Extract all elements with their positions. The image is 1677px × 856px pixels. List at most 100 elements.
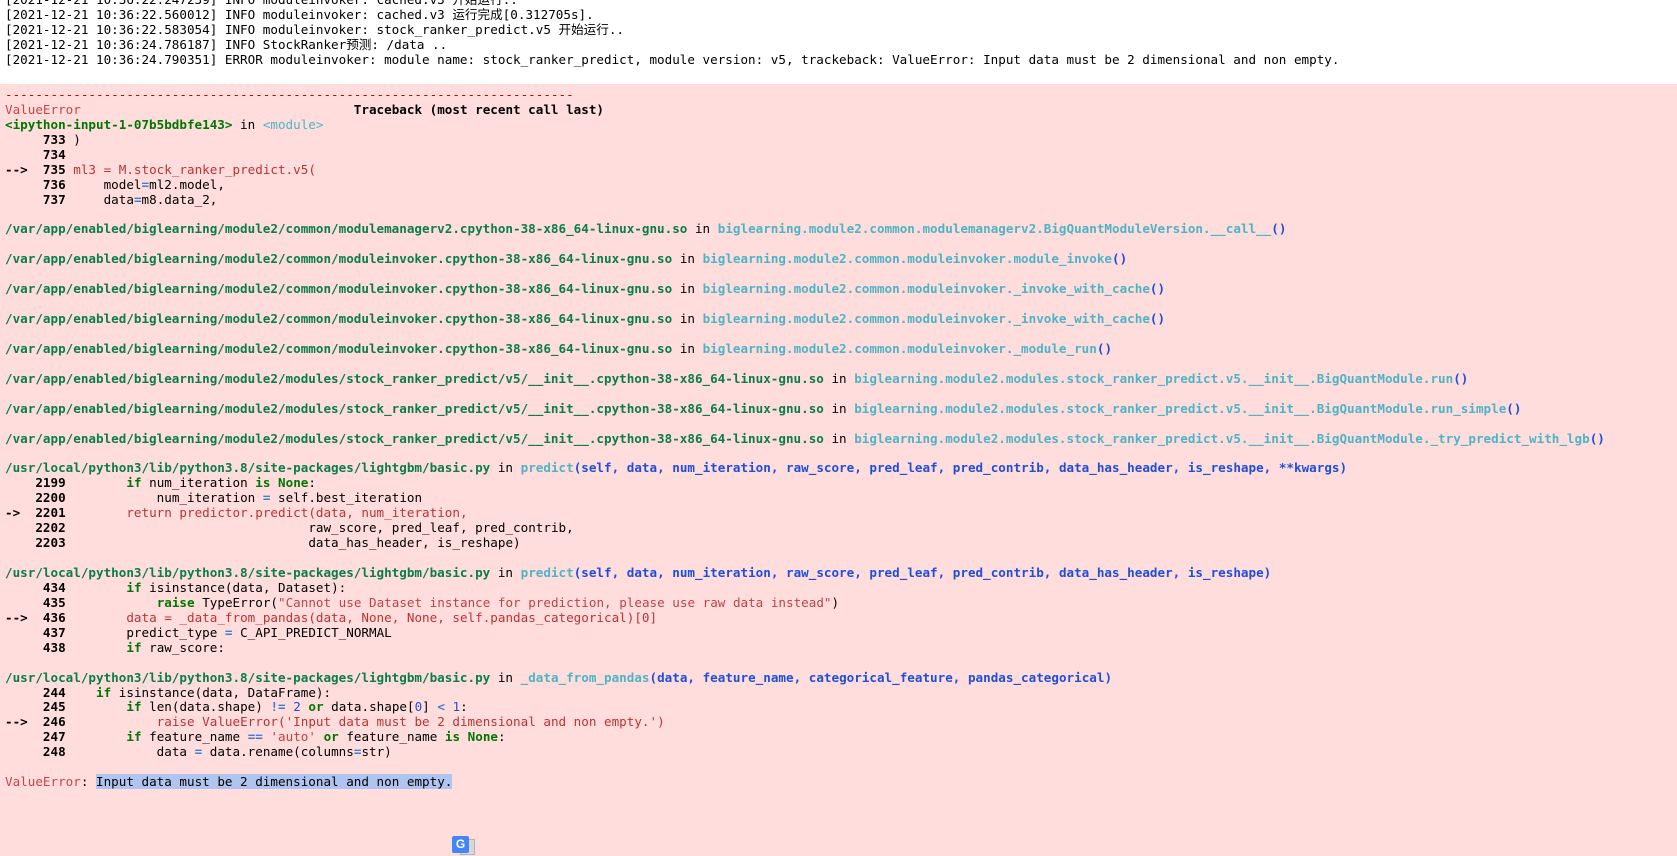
frame-arrow-marker (5, 595, 35, 610)
code-line-text: raw_score, pred_leaf, pred_contrib, (65, 520, 574, 536)
code-line-number: 737 (35, 191, 66, 207)
frame-file-path: /var/app/enabled/biglearning/module2/com… (5, 281, 673, 297)
code-line: 733 ) (5, 131, 1677, 148)
frame-arrow-marker: -> (5, 505, 36, 521)
code-line-number: 2203 (35, 535, 66, 551)
frame-function-name: biglearning.module2.common.moduleinvoker… (702, 281, 1150, 297)
code-line: 437 predict_type = C_API_PREDICT_NORMAL (5, 624, 1677, 641)
frame-function-name: predict (520, 565, 574, 580)
frame-in-keyword: in (672, 340, 703, 356)
code-line-text: if len(data.shape) != 2 or data.shape[0]… (126, 699, 468, 715)
frame-arrow-marker: --> (5, 609, 36, 625)
frame-function-name: _data_from_pandas (520, 669, 650, 685)
code-line-number: 436 (35, 609, 66, 625)
code-line-text: if isinstance(data, Dataset): (126, 579, 347, 595)
frame-header-line: /var/app/enabled/biglearning/module2/com… (5, 311, 1677, 327)
code-line: --> 246 raise ValueError('Input data mus… (5, 714, 1677, 730)
final-error-message[interactable]: Input data must be 2 dimensional and non… (96, 774, 453, 790)
code-line-number: 244 (35, 684, 66, 700)
traceback-spacer (5, 357, 1677, 372)
log-line: [2021-12-21 10:36:22.583054] INFO module… (5, 22, 625, 38)
code-line-number: 247 (35, 729, 66, 745)
frame-arrow-marker (5, 685, 35, 700)
code-line: 245 if len(data.shape) != 2 or data.shap… (5, 699, 1677, 715)
code-line: 2199 if num_iteration is None: (5, 475, 1677, 491)
code-line-number: 2202 (35, 520, 66, 536)
frame-function-name: biglearning.module2.modules.stock_ranker… (854, 430, 1590, 446)
frame-file-path: /usr/local/python3/lib/python3.8/site-pa… (5, 565, 491, 580)
traceback-spacer (5, 760, 1677, 775)
frame-function-args: () (1149, 311, 1166, 327)
frame-in-keyword: in (823, 370, 855, 386)
traceback-spacer (5, 267, 1677, 282)
frame-arrow-marker (5, 490, 35, 505)
log-line: [2021-12-21 10:36:24.786187] INFO StockR… (5, 37, 448, 53)
ipython-scope-name: <module> (262, 116, 324, 132)
frame-function-args: (data, feature_name, categorical_feature… (649, 669, 1113, 685)
code-line: 2203 data_has_header, is_reshape) (5, 535, 1677, 551)
code-line-text: data = data.rename(columns=str) (65, 744, 392, 760)
frame-in-keyword: in (823, 430, 855, 446)
code-line-text: raise TypeError("Cannot use Dataset inst… (156, 594, 840, 610)
traceback-spacer (5, 387, 1677, 402)
ipython-traceback-screen: [2021-12-21 10:36:22.247239] INFO module… (0, 0, 1677, 856)
code-line-number: 438 (35, 639, 66, 655)
frame-function-name: biglearning.module2.common.moduleinvoker… (702, 311, 1150, 327)
frame-function-args: (self, data, num_iteration, raw_score, p… (573, 460, 1348, 476)
final-error-line: ValueError: Input data must be 2 dimensi… (5, 774, 1677, 790)
exception-header-line: ValueError Traceback (most recent call l… (5, 101, 1677, 118)
frame-header-line: /var/app/enabled/biglearning/module2/com… (5, 221, 1677, 237)
exception-name: ValueError (5, 101, 81, 117)
traceback-spacer (5, 656, 1677, 671)
code-line-text: num_iteration = self.best_iteration (65, 490, 423, 506)
code-line-number: 248 (35, 744, 66, 760)
frame-arrow-marker (5, 475, 35, 490)
traceback-separator: ----------------------------------------… (5, 87, 574, 102)
frame-function-args: () (1506, 400, 1522, 416)
code-line-text: data=m8.data_2, (65, 191, 218, 207)
code-line-text: if isinstance(data, DataFrame): (96, 684, 332, 700)
code-line-number: 435 (35, 594, 66, 610)
frame-arrow-marker (5, 625, 35, 640)
frame-function-args: () (1112, 251, 1128, 267)
code-line: 434 if isinstance(data, Dataset): (5, 579, 1677, 596)
code-line-number: 434 (35, 579, 66, 595)
code-line-text: predict_type = C_API_PREDICT_NORMAL (65, 624, 392, 640)
frame-file-path: /var/app/enabled/biglearning/module2/com… (5, 340, 673, 356)
frame-header-line: /var/app/enabled/biglearning/module2/mod… (5, 430, 1677, 447)
frame-header-line: /usr/local/python3/lib/python3.8/site-pa… (5, 669, 1677, 686)
code-line: 2202 raw_score, pred_leaf, pred_contrib, (5, 520, 1677, 536)
google-translate-icon[interactable]: G (452, 836, 475, 856)
frame-function-args: () (1589, 430, 1605, 446)
traceback-spacer (5, 447, 1677, 462)
final-error-colon: : (80, 774, 96, 790)
code-line-number: 2201 (35, 505, 66, 521)
code-line: --> 436 data = _data_from_pandas(data, N… (5, 609, 1677, 626)
frame-file-path: /var/app/enabled/biglearning/module2/mod… (5, 400, 824, 416)
frame-in-keyword: in (823, 400, 855, 416)
code-line-number: 2200 (35, 490, 66, 506)
traceback-spacer (5, 297, 1677, 312)
frame-header-line: /var/app/enabled/biglearning/module2/mod… (5, 370, 1677, 387)
code-line-number: 736 (35, 176, 66, 192)
code-line: 248 data = data.rename(columns=str) (5, 744, 1677, 760)
frame-file-path: /var/app/enabled/biglearning/module2/mod… (5, 370, 824, 386)
log-output-area: [2021-12-21 10:36:22.247239] INFO module… (0, 0, 1677, 67)
code-line-text: ml3 = M.stock_ranker_predict.v5( (65, 161, 316, 177)
frame-in-keyword: in (490, 460, 521, 476)
frame-arrow-marker (5, 147, 35, 162)
frame-in-keyword: in (490, 669, 521, 685)
traceback-header-label: Traceback (most recent call last) (353, 101, 605, 117)
frame-arrow-marker (5, 744, 35, 759)
frame-in-keyword: in (232, 116, 263, 132)
frame-arrow-marker (5, 192, 35, 207)
frame-file-path: /usr/local/python3/lib/python3.8/site-pa… (5, 460, 491, 476)
frame-file-path: /var/app/enabled/biglearning/module2/com… (5, 251, 673, 267)
frame-header-line: /var/app/enabled/biglearning/module2/com… (5, 281, 1677, 297)
code-line-number: 733 (35, 131, 66, 147)
traceback-panel: ----------------------------------------… (0, 84, 1677, 856)
code-line-text: if feature_name == 'auto' or feature_nam… (126, 729, 506, 745)
frame-function-name: biglearning.module2.common.moduleinvoker… (702, 340, 1097, 356)
frame-in-keyword: in (672, 281, 703, 297)
code-line-text: raise ValueError('Input data must be 2 d… (65, 714, 665, 730)
